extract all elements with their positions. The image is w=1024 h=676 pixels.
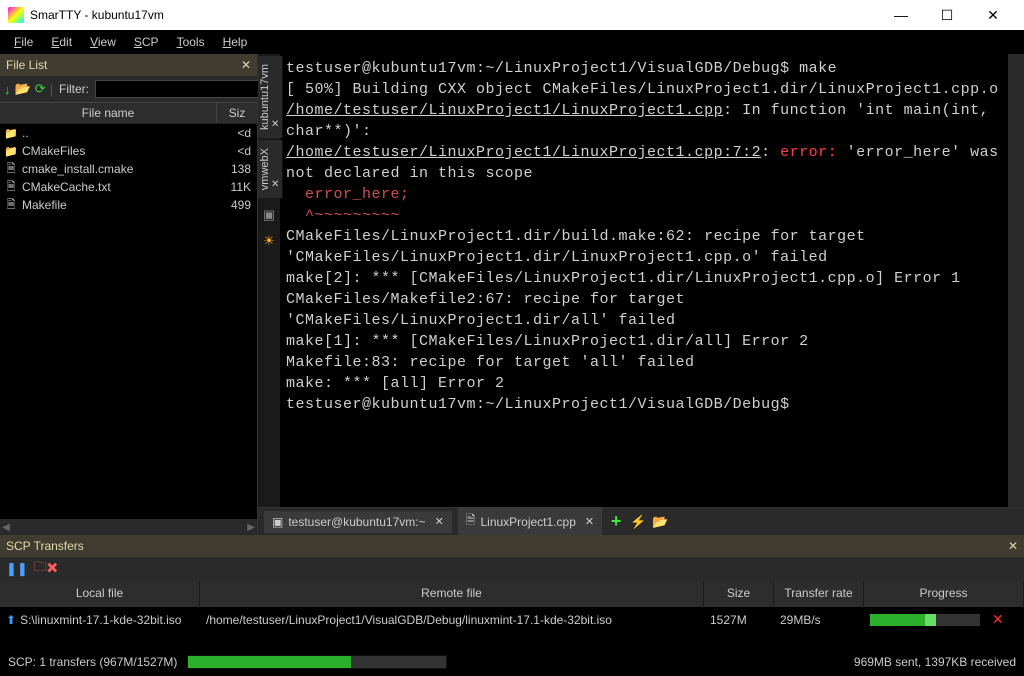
file-list-panel: File List ✕ ↓ 📂 ⟳ | Filter: File name Si… xyxy=(0,54,258,535)
main-area: File List ✕ ↓ 📂 ⟳ | Filter: File name Si… xyxy=(0,54,1024,535)
download-icon[interactable]: ↓ xyxy=(4,80,11,98)
sidebar-hscroll[interactable]: ◀▶ xyxy=(0,519,257,535)
scp-row[interactable]: ⬆S:\linuxmint-17.1-kde-32bit.iso /home/t… xyxy=(0,607,1024,632)
scp-toolbar: ❚❚ 🗀✖ xyxy=(0,557,1024,581)
tab-close-icon[interactable]: ✕ xyxy=(271,119,279,130)
terminal-output[interactable]: testuser@kubuntu17vm:~/LinuxProject1/Vis… xyxy=(280,54,1008,507)
col-rate[interactable]: Transfer rate xyxy=(774,581,864,607)
sun-icon[interactable]: ☀ xyxy=(260,232,278,250)
terminal-vscroll[interactable] xyxy=(1008,54,1024,507)
side-tab-2[interactable]: ✕vmwebX xyxy=(258,140,282,198)
scp-panel: SCP Transfers ✕ ❚❚ 🗀✖ Local file Remote … xyxy=(0,535,1024,648)
file-list: 📁..<d 📁CMakeFiles<d 🗎cmake_install.cmake… xyxy=(0,124,257,519)
side-tabs: ✕kubuntu17vm ✕vmwebX ▣ ☀ xyxy=(258,54,280,507)
filter-label: Filter: xyxy=(59,82,89,96)
cancel-icon[interactable]: 🗀✖ xyxy=(34,558,58,580)
list-item[interactable]: 🗎cmake_install.cmake138 xyxy=(0,160,257,178)
status-bar: SCP: 1 transfers (967M/1527M) 969MB sent… xyxy=(0,648,1024,676)
col-progress[interactable]: Progress xyxy=(864,581,1024,607)
scp-panel-header: SCP Transfers ✕ xyxy=(0,535,1024,557)
close-button[interactable]: ✕ xyxy=(970,0,1016,30)
scp-table-header: Local file Remote file Size Transfer rat… xyxy=(0,581,1024,607)
file-list-title: File List xyxy=(6,58,47,72)
menu-help[interactable]: Help xyxy=(215,32,256,52)
terminal-tab-icon: ▣ xyxy=(272,515,283,529)
terminal-body: ✕kubuntu17vm ✕vmwebX ▣ ☀ testuser@kubunt… xyxy=(258,54,1024,507)
menu-tools[interactable]: Tools xyxy=(169,32,213,52)
cancel-transfer-icon[interactable]: ✕ xyxy=(992,611,1004,628)
tab-close-icon[interactable]: ✕ xyxy=(435,515,444,528)
refresh-icon[interactable]: ⟳ xyxy=(35,80,46,98)
bolt-icon[interactable]: ⚡ xyxy=(630,514,646,530)
list-item[interactable]: 🗎Makefile499 xyxy=(0,196,257,214)
col-file-name[interactable]: File name xyxy=(0,103,217,123)
tab-close-icon[interactable]: ✕ xyxy=(585,515,594,528)
list-item[interactable]: 📁CMakeFiles<d xyxy=(0,142,257,160)
col-file-size[interactable]: Siz xyxy=(217,103,257,123)
new-tab-icon[interactable]: + xyxy=(608,514,624,530)
menu-file[interactable]: File xyxy=(6,32,41,52)
pause-icon[interactable]: ❚❚ xyxy=(6,561,28,577)
file-list-toolbar: ↓ 📂 ⟳ | Filter: xyxy=(0,76,257,102)
menu-view[interactable]: View xyxy=(82,32,124,52)
maximize-button[interactable]: ☐ xyxy=(924,0,970,30)
scp-close-icon[interactable]: ✕ xyxy=(1008,539,1018,553)
file-list-close-icon[interactable]: ✕ xyxy=(241,58,251,72)
bottom-tabs: ▣testuser@kubuntu17vm:~✕ 🗎LinuxProject1.… xyxy=(258,507,1024,535)
open-folder-icon[interactable]: 📂 xyxy=(652,514,668,530)
filter-input[interactable] xyxy=(95,80,280,98)
file-icon: 🗎 xyxy=(4,198,18,212)
file-list-header: File List ✕ xyxy=(0,54,257,76)
menu-scp[interactable]: SCP xyxy=(126,32,167,52)
col-remote[interactable]: Remote file xyxy=(200,581,704,607)
tab-file[interactable]: 🗎LinuxProject1.cpp✕ xyxy=(458,507,602,535)
scp-title: SCP Transfers xyxy=(6,539,84,553)
list-item[interactable]: 🗎CMakeCache.txt11K xyxy=(0,178,257,196)
status-progress-bar xyxy=(187,655,447,669)
list-item[interactable]: 📁..<d xyxy=(0,124,257,142)
minimize-button[interactable]: — xyxy=(878,0,924,30)
app-icon xyxy=(8,7,24,23)
col-local[interactable]: Local file xyxy=(0,581,200,607)
window-title: SmarTTY - kubuntu17vm xyxy=(30,8,878,22)
status-left: SCP: 1 transfers (967M/1527M) xyxy=(8,655,177,669)
folder-icon: 📁 xyxy=(4,144,18,158)
progress-bar xyxy=(870,614,980,626)
title-bar: SmarTTY - kubuntu17vm — ☐ ✕ xyxy=(0,0,1024,30)
folder-icon: 📁 xyxy=(4,126,18,140)
menu-edit[interactable]: Edit xyxy=(43,32,80,52)
file-icon: 🗎 xyxy=(4,180,18,194)
tab-close-icon[interactable]: ✕ xyxy=(271,179,279,190)
file-table-header: File name Siz xyxy=(0,102,257,124)
tab-terminal[interactable]: ▣testuser@kubuntu17vm:~✕ xyxy=(264,511,452,533)
upload-icon: ⬆ xyxy=(6,613,16,627)
col-size[interactable]: Size xyxy=(704,581,774,607)
menu-bar: File Edit View SCP Tools Help xyxy=(0,30,1024,54)
status-right: 969MB sent, 1397KB received xyxy=(854,655,1016,669)
file-icon: 🗎 xyxy=(4,162,18,176)
terminal-icon[interactable]: ▣ xyxy=(260,206,278,224)
file-tab-icon: 🗎 xyxy=(466,511,476,532)
side-tab-1[interactable]: ✕kubuntu17vm xyxy=(258,56,282,138)
divider-icon: | xyxy=(50,80,53,98)
open-folder-icon[interactable]: 📂 xyxy=(15,80,31,98)
terminal-area: ✕kubuntu17vm ✕vmwebX ▣ ☀ testuser@kubunt… xyxy=(258,54,1024,535)
window-controls: — ☐ ✕ xyxy=(878,0,1016,30)
